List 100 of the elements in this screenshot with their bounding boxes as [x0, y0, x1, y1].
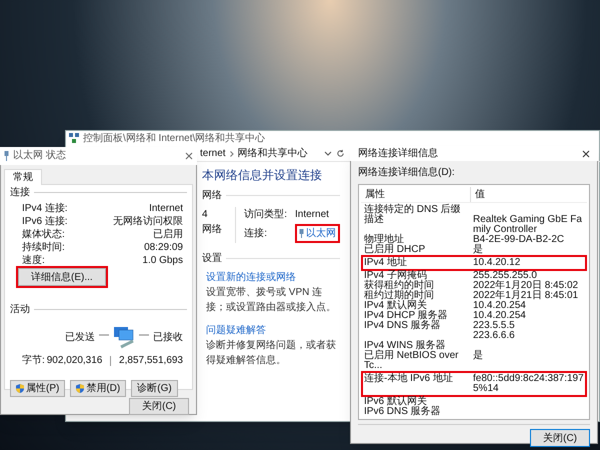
task-link[interactable]: 问题疑难解答	[206, 323, 340, 338]
dialog-button[interactable]: 属性(P)	[10, 380, 66, 397]
table-row[interactable]: IPv4 DNS 服务器 223.5.5.5	[361, 321, 587, 331]
bytes-label: 字节:	[22, 354, 46, 368]
property-cell-text: IPv6 DNS 服务器	[363, 407, 442, 417]
table-row[interactable]: 已启用 NetBIOS over Tc... 是	[361, 351, 587, 371]
property-cell-text: 已启用 DHCP	[363, 245, 426, 255]
cable-icon	[4, 150, 9, 161]
dialog-button[interactable]: 诊断(G)	[131, 380, 178, 397]
cable-icon	[299, 229, 304, 238]
section-heading: 网络	[202, 189, 222, 203]
value-cell-text: 255.255.255.0	[472, 271, 537, 281]
task-description: 设置宽带、拨号或 VPN 连接；或设置路由器或接入点。	[206, 286, 337, 315]
dialog-title: 网络连接详细信息	[358, 146, 438, 161]
value-cell-text: fe80::5dd9:8c24:387:1975%14	[472, 374, 585, 394]
value-cell-text: B4-2E-99-DA-B2-2C	[472, 235, 566, 245]
table-row[interactable]: 223.6.6.6	[361, 331, 587, 341]
table-row[interactable]: IPv4 默认网关 10.4.20.254	[361, 301, 587, 311]
value-cell-text: 10.4.20.254	[472, 311, 527, 321]
refresh-icon[interactable]	[336, 149, 345, 158]
dropdown-icon[interactable]	[324, 150, 332, 156]
property-cell-text: IPv4 地址	[363, 258, 408, 268]
close-button[interactable]: 关闭(C)	[129, 398, 189, 415]
field-label: IPv4 连接:	[22, 202, 68, 216]
task-description: 诊断并修复网络问题，或者获得疑难解答信息。	[206, 338, 337, 368]
property-cell-text: IPv6 默认网关	[363, 397, 427, 407]
connections-label: 连接:	[244, 226, 268, 241]
breadcrumb-item[interactable]: 网络和共享中心	[238, 146, 308, 161]
property-cell-text: 连接特定的 DNS 后缀	[363, 205, 462, 215]
property-cell-text: IPv4 子网掩码	[363, 271, 427, 281]
table-row[interactable]: 获得租约的时间 2022年1月20日 8:45:02	[361, 281, 587, 291]
sent-label: 已发送	[65, 330, 95, 344]
column-header[interactable]: 值	[471, 187, 587, 202]
tab[interactable]: 常规	[4, 168, 42, 185]
list-label: 网络连接详细信息(D):	[357, 166, 456, 180]
access-type-value: Internet	[295, 208, 330, 222]
table-row[interactable]: IPv4 地址 10.4.20.12	[361, 255, 587, 271]
property-cell-text: IPv4 DNS 服务器	[363, 321, 442, 331]
table-row[interactable]: 连接-本地 IPv6 地址 fe80::5dd9:8c24:387:1975%14	[361, 371, 587, 397]
close-button[interactable]: 关闭(C)	[530, 429, 590, 447]
page-heading: 本网络信息并设置连接	[202, 167, 323, 184]
connection-link[interactable]: 以太网	[295, 224, 340, 243]
property-cell-text: 已启用 NetBIOS over Tc...	[363, 351, 460, 371]
network-icon	[69, 133, 79, 143]
value-cell-text: 2022年1月21日 8:45:01	[472, 291, 580, 301]
breadcrumb-item[interactable]: ternet	[200, 146, 226, 161]
field-label: IPv6 连接:	[22, 214, 68, 228]
section-heading: 设置	[202, 252, 222, 266]
property-cell-text: 描述	[363, 215, 385, 227]
field-label: 媒体状态:	[22, 228, 65, 242]
dialog-title: 以太网 状态	[13, 148, 66, 164]
property-cell-text: IPv4 WINS 服务器	[363, 341, 447, 351]
section-heading: 活动	[10, 303, 30, 317]
table-row[interactable]: 连接特定的 DNS 后缀	[361, 205, 587, 215]
field-value: 1.0 Gbps	[142, 254, 183, 268]
network-name: 4	[202, 208, 209, 222]
table-row[interactable]: 描述 Realtek Gaming GbE Family Controller	[361, 215, 587, 235]
field-value: Internet	[149, 202, 183, 216]
property-cell-text: 物理地址	[363, 235, 405, 245]
table-row[interactable]: IPv4 子网掩码 255.255.255.0	[361, 271, 587, 281]
chevron-icon	[230, 150, 234, 156]
column-header[interactable]: 属性	[361, 187, 471, 202]
bytes-sent: 902,020,316	[46, 354, 102, 368]
bytes-received: 2,857,551,693	[119, 354, 183, 368]
property-cell-text: IPv4 默认网关	[363, 301, 427, 311]
table-row[interactable]: IPv4 WINS 服务器	[361, 341, 587, 351]
table-row[interactable]: 已启用 DHCP 是	[361, 245, 587, 255]
network-computers-icon	[99, 325, 149, 349]
table-row[interactable]: 租约过期的时间 2022年1月21日 8:45:01	[361, 291, 587, 301]
close-icon[interactable]	[582, 150, 590, 158]
shield-icon	[76, 384, 84, 393]
property-cell-text: IPv4 DHCP 服务器	[363, 311, 449, 321]
value-cell-text: 223.6.6.6	[472, 331, 516, 341]
details-button[interactable]: 详细信息(E)...	[18, 268, 106, 286]
value-cell-text: 2022年1月20日 8:45:02	[472, 281, 580, 291]
field-value: 已启用	[153, 228, 183, 242]
section-heading: 连接	[10, 186, 30, 200]
value-cell-text: 10.4.20.12	[472, 258, 522, 268]
property-cell-text: 连接-本地 IPv6 地址	[363, 374, 454, 386]
value-cell-text: 10.4.20.254	[472, 301, 527, 311]
table-row[interactable]: IPv6 DNS 服务器	[361, 407, 587, 417]
table-row[interactable]: 物理地址 B4-2E-99-DA-B2-2C	[361, 235, 587, 245]
access-type-label: 访问类型:	[244, 208, 287, 222]
field-label: 持续时间:	[22, 240, 65, 254]
task-link[interactable]: 设置新的连接或网络	[206, 270, 340, 285]
dialog-button[interactable]: 禁用(D)	[70, 380, 126, 397]
value-cell-text: 是	[472, 351, 484, 363]
shield-icon	[16, 384, 24, 393]
window-title: 控制面板\网络和 Internet\网络和共享中心	[83, 132, 266, 146]
network-type: 网络	[202, 223, 223, 237]
value-cell-text: 223.5.5.5	[472, 321, 516, 331]
received-label: 已接收	[153, 330, 183, 344]
table-row[interactable]: IPv6 默认网关	[361, 397, 587, 407]
value-cell-text: 是	[472, 245, 484, 255]
table-row[interactable]: IPv4 DHCP 服务器 10.4.20.254	[361, 311, 587, 321]
value-cell-text: Realtek Gaming GbE Family Controller	[472, 215, 583, 235]
property-cell-text: 租约过期的时间	[363, 291, 435, 301]
field-value: 08:29:09	[144, 240, 183, 254]
close-icon[interactable]	[185, 152, 193, 160]
field-value: 无网络访问权限	[113, 214, 183, 228]
